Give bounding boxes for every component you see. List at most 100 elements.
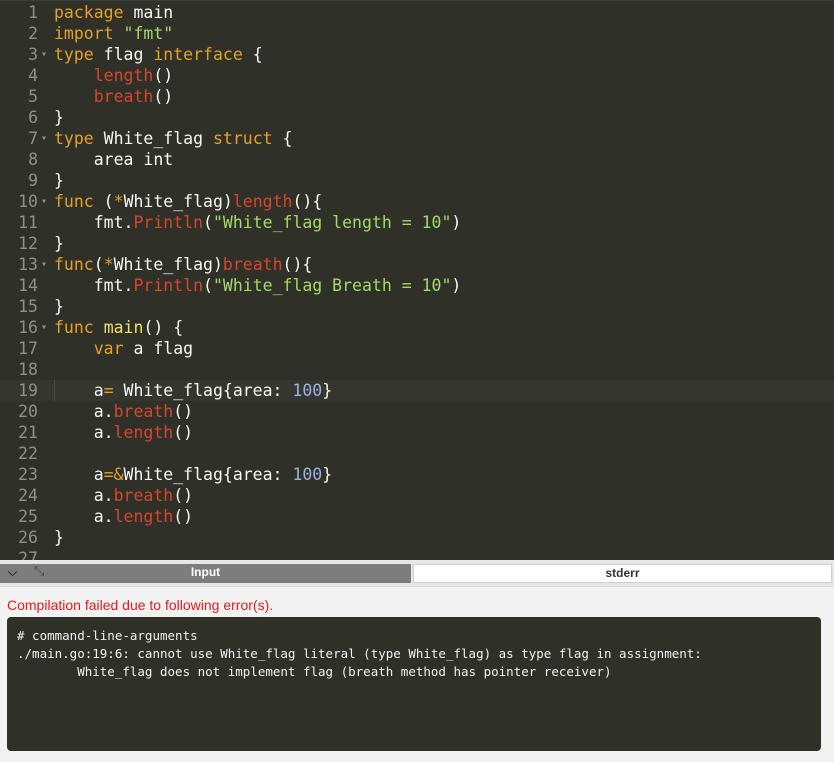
- code-token: main: [123, 3, 174, 22]
- fold-arrow-icon[interactable]: ▾: [40, 317, 48, 338]
- code-token: import: [54, 24, 114, 43]
- code-line[interactable]: 15}: [0, 296, 834, 317]
- code-token: a: [54, 465, 104, 484]
- code-token: }: [322, 381, 333, 400]
- code-line[interactable]: 18: [0, 359, 834, 380]
- line-number: 15: [18, 297, 38, 316]
- code-token: {: [242, 45, 263, 64]
- line-number: 25: [18, 507, 38, 526]
- code-line[interactable]: 24 a.breath(): [0, 485, 834, 506]
- code-token: "fmt": [123, 24, 174, 43]
- code-editor[interactable]: 1 package main 2 import "fmt" 3 ▾ type flag in…: [0, 0, 834, 560]
- code-text: func main() {: [54, 317, 183, 338]
- code-line[interactable]: 17 var a flag: [0, 338, 834, 359]
- code-text: }: [54, 527, 64, 548]
- code-line[interactable]: 11 fmt.Println("White_flag length = 10"): [0, 212, 834, 233]
- line-number: 6: [28, 108, 38, 127]
- code-text: }: [54, 170, 64, 191]
- code-text: a=&White_flag{area: 100}: [54, 464, 332, 485]
- stderr-output-line: ./main.go:19:6: cannot use White_flag li…: [17, 646, 702, 661]
- tab-input[interactable]: Input: [0, 564, 411, 583]
- expand-arrows-icon[interactable]: ⤡: [34, 564, 44, 579]
- code-token: }: [322, 465, 333, 484]
- line-number: 16: [18, 318, 38, 337]
- code-text: length(): [54, 65, 173, 86]
- code-line[interactable]: 27: [0, 548, 834, 560]
- code-line[interactable]: 19 a= White_flag{area: 100}: [0, 380, 834, 401]
- line-number: 20: [18, 402, 38, 421]
- code-line[interactable]: 2 import "fmt": [0, 23, 834, 44]
- line-number: 18: [18, 360, 38, 379]
- line-number: 24: [18, 486, 38, 505]
- code-token: (: [203, 276, 213, 295]
- code-line[interactable]: 26}: [0, 527, 834, 548]
- stderr-output-line: # command-line-arguments: [17, 628, 198, 643]
- code-line[interactable]: 9}: [0, 170, 834, 191]
- code-line[interactable]: 23 a=&White_flag{area: 100}: [0, 464, 834, 485]
- code-token: interface: [153, 45, 243, 64]
- code-token: length: [232, 192, 293, 211]
- code-text: }: [54, 233, 64, 254]
- code-token: breath: [93, 87, 154, 106]
- code-token: ): [451, 276, 462, 295]
- tab-stderr[interactable]: stderr: [413, 564, 832, 583]
- code-text: a= White_flag{area: 100}: [54, 380, 332, 401]
- code-line[interactable]: 22: [0, 443, 834, 464]
- code-line[interactable]: 5 breath(): [0, 86, 834, 107]
- code-text: a.length(): [54, 506, 193, 527]
- code-line[interactable]: 7 ▾ type White_flag struct {: [0, 128, 834, 149]
- code-token: func: [54, 318, 94, 337]
- code-token: (): [153, 87, 174, 106]
- code-token: type: [54, 45, 94, 64]
- line-number: 3: [28, 45, 38, 64]
- code-token: {: [272, 129, 293, 148]
- code-token: fmt.: [54, 276, 134, 295]
- code-line[interactable]: 20 a.breath(): [0, 401, 834, 422]
- code-line[interactable]: 14 fmt.Println("White_flag Breath = 10"): [0, 275, 834, 296]
- compilation-error-message: Compilation failed due to following erro…: [7, 597, 274, 613]
- code-token: }: [54, 528, 64, 547]
- code-line[interactable]: 25 a.length(): [0, 506, 834, 527]
- code-line[interactable]: 8 area int: [0, 149, 834, 170]
- line-number: 5: [28, 87, 38, 106]
- code-line[interactable]: 16 ▾ func main() {: [0, 317, 834, 338]
- code-line[interactable]: 1 package main: [0, 2, 834, 23]
- line-number: 26: [18, 528, 38, 547]
- code-line[interactable]: 3 ▾ type flag interface {: [0, 44, 834, 65]
- code-text: func(*White_flag)breath(){: [54, 254, 312, 275]
- code-token: a.: [54, 486, 114, 505]
- code-line[interactable]: 13 ▾ func(*White_flag)breath(){: [0, 254, 834, 275]
- code-token: a flag: [123, 339, 194, 358]
- code-token: =: [103, 381, 114, 400]
- code-token: (: [93, 255, 104, 274]
- code-token: var: [93, 339, 124, 358]
- line-number: 19: [18, 381, 38, 400]
- code-token: (){: [282, 255, 313, 274]
- code-text: package main: [54, 2, 173, 23]
- fold-arrow-icon[interactable]: ▾: [40, 128, 48, 149]
- line-number: 12: [18, 234, 38, 253]
- code-token: }: [54, 297, 64, 316]
- code-token: length: [113, 507, 174, 526]
- code-line[interactable]: 10 ▾ func (*White_flag)length(){: [0, 191, 834, 212]
- code-token: "White_flag length = 10": [212, 213, 452, 232]
- fold-arrow-icon[interactable]: ▾: [40, 44, 48, 65]
- line-number: 8: [28, 150, 38, 169]
- code-line[interactable]: 6}: [0, 107, 834, 128]
- code-line[interactable]: 4 length(): [0, 65, 834, 86]
- code-line[interactable]: 12}: [0, 233, 834, 254]
- chevron-down-icon[interactable]: ⌵: [8, 565, 17, 580]
- code-text: a.length(): [54, 422, 193, 443]
- fold-arrow-icon[interactable]: ▾: [40, 254, 48, 275]
- code-text: fmt.Println("White_flag length = 10"): [54, 212, 462, 233]
- code-text: import "fmt": [54, 23, 173, 44]
- code-lines: 1 package main 2 import "fmt" 3 ▾ type flag in…: [0, 2, 834, 560]
- code-token: type: [54, 129, 94, 148]
- fold-arrow-icon[interactable]: ▾: [40, 191, 48, 212]
- code-text: breath(): [54, 86, 173, 107]
- code-line[interactable]: 21 a.length(): [0, 422, 834, 443]
- code-token: func: [54, 192, 94, 211]
- code-token: "White_flag Breath = 10": [212, 276, 452, 295]
